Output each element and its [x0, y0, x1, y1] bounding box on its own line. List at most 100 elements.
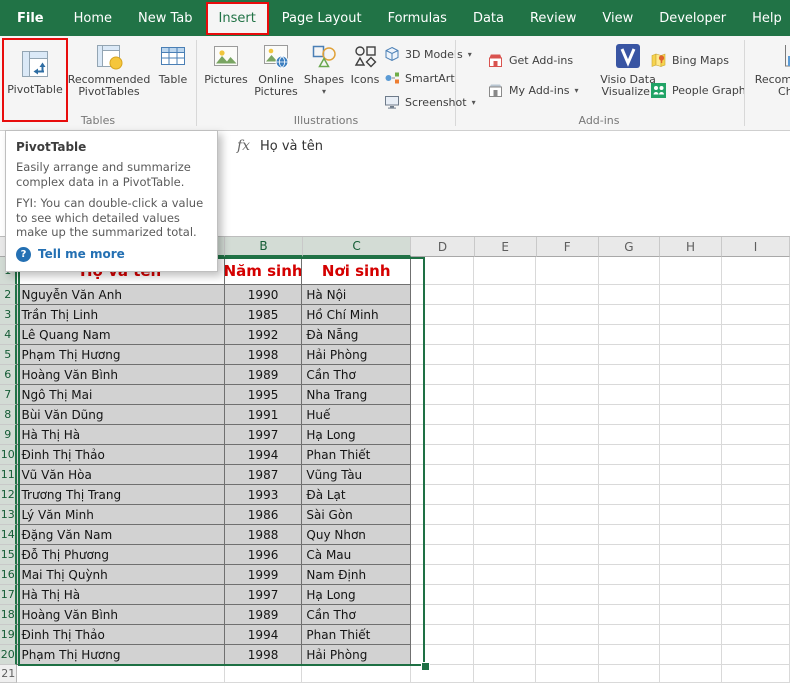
empty-cell[interactable]	[536, 365, 599, 385]
row-number[interactable]: 6	[0, 365, 18, 385]
tell-me-more-link[interactable]: ? Tell me more	[16, 246, 207, 262]
empty-cell[interactable]	[721, 305, 790, 325]
get-addins-button[interactable]: Get Add-ins	[487, 50, 573, 70]
empty-cell[interactable]	[598, 305, 660, 325]
cell-name[interactable]: Mai Thị Quỳnh	[17, 565, 225, 585]
empty-cell[interactable]	[536, 645, 599, 665]
cell-city[interactable]: Phan Thiết	[302, 625, 412, 645]
cell-name[interactable]: Hoàng Văn Bình	[17, 365, 225, 385]
tab-view[interactable]: View	[589, 2, 646, 35]
row-number[interactable]: 3	[0, 305, 18, 325]
empty-cell[interactable]	[411, 525, 475, 545]
cell-year[interactable]: 1997	[224, 425, 303, 445]
empty-cell[interactable]	[474, 485, 537, 505]
empty-cell[interactable]	[598, 257, 660, 285]
row-number[interactable]: 4	[0, 325, 18, 345]
row-number[interactable]: 8	[0, 405, 18, 425]
empty-cell[interactable]	[536, 605, 599, 625]
pictures-button[interactable]: Pictures	[203, 39, 249, 115]
empty-cell[interactable]	[721, 285, 790, 305]
empty-cell[interactable]	[721, 465, 790, 485]
empty-cell[interactable]	[536, 505, 599, 525]
empty-cell[interactable]	[598, 405, 660, 425]
empty-cell[interactable]	[659, 425, 722, 445]
empty-cell[interactable]	[474, 445, 537, 465]
cell-city[interactable]: Quy Nhơn	[302, 525, 412, 545]
row-number[interactable]: 19	[0, 625, 18, 645]
row-number[interactable]: 9	[0, 425, 18, 445]
empty-cell[interactable]	[721, 625, 790, 645]
empty-cell[interactable]	[474, 365, 537, 385]
empty-cell[interactable]	[474, 405, 537, 425]
column-header-c[interactable]: C	[302, 237, 412, 257]
cell-city[interactable]: Hải Phòng	[302, 345, 412, 365]
empty-cell[interactable]	[721, 485, 790, 505]
empty-cell[interactable]	[536, 325, 599, 345]
empty-cell[interactable]	[411, 325, 475, 345]
cell-year[interactable]: 1992	[224, 325, 303, 345]
cell-city[interactable]: Cần Thơ	[302, 605, 412, 625]
my-addins-button[interactable]: My Add-ins ▾	[487, 80, 579, 100]
empty-cell[interactable]	[411, 585, 475, 605]
empty-cell[interactable]	[474, 385, 537, 405]
cell-name[interactable]: Phạm Thị Hương	[17, 645, 225, 665]
bing-maps-button[interactable]: Bing Maps	[650, 50, 729, 70]
empty-cell[interactable]	[474, 305, 537, 325]
column-header-i[interactable]: I	[722, 237, 790, 257]
empty-cell[interactable]	[659, 385, 722, 405]
row-number[interactable]: 7	[0, 385, 18, 405]
empty-cell[interactable]	[536, 445, 599, 465]
cell-city[interactable]: Huế	[302, 405, 412, 425]
empty-cell[interactable]	[536, 585, 599, 605]
cell-city[interactable]: Đà Lạt	[302, 485, 412, 505]
people-graph-button[interactable]: People Graph	[650, 80, 746, 100]
empty-cell[interactable]	[721, 345, 790, 365]
empty-cell[interactable]	[721, 545, 790, 565]
empty-cell[interactable]	[536, 525, 599, 545]
empty-cell[interactable]	[659, 405, 722, 425]
empty-cell[interactable]	[598, 665, 660, 683]
cell-name[interactable]: Lý Văn Minh	[17, 505, 225, 525]
empty-cell[interactable]	[411, 405, 475, 425]
row-number[interactable]: 15	[0, 545, 18, 565]
row-number[interactable]: 21	[0, 665, 18, 683]
empty-cell[interactable]	[721, 385, 790, 405]
empty-cell[interactable]	[411, 445, 475, 465]
empty-cell[interactable]	[659, 665, 723, 683]
empty-cell[interactable]	[659, 605, 722, 625]
empty-cell[interactable]	[411, 257, 475, 285]
empty-cell[interactable]	[224, 665, 303, 683]
empty-cell[interactable]	[474, 425, 537, 445]
cell-year[interactable]: 1988	[224, 525, 303, 545]
empty-cell[interactable]	[598, 385, 660, 405]
empty-cell[interactable]	[598, 285, 660, 305]
row-number[interactable]: 18	[0, 605, 18, 625]
empty-cell[interactable]	[536, 545, 599, 565]
cell-name[interactable]: Nguyễn Văn Anh	[17, 285, 225, 305]
empty-cell[interactable]	[411, 285, 475, 305]
cell-name[interactable]: Hoàng Văn Bình	[17, 605, 225, 625]
empty-cell[interactable]	[474, 625, 537, 645]
cell-city[interactable]: Cần Thơ	[302, 365, 412, 385]
tab-new-tab[interactable]: New Tab	[125, 2, 206, 35]
empty-cell[interactable]	[411, 345, 475, 365]
empty-cell[interactable]	[411, 485, 475, 505]
cell-city[interactable]: Nam Định	[302, 565, 412, 585]
cell-name[interactable]: Lê Quang Nam	[17, 325, 225, 345]
tab-page-layout[interactable]: Page Layout	[269, 2, 375, 35]
fx-icon[interactable]: fx	[237, 138, 250, 154]
online-pictures-button[interactable]: Online Pictures	[251, 39, 301, 115]
cell-year[interactable]: 1986	[224, 505, 303, 525]
empty-cell[interactable]	[411, 425, 475, 445]
fill-handle[interactable]	[421, 662, 430, 671]
cell-year[interactable]: 1998	[224, 645, 303, 665]
cell-name[interactable]: Hà Thị Hà	[17, 425, 225, 445]
empty-cell[interactable]	[598, 485, 660, 505]
table-button[interactable]: Table	[152, 39, 194, 115]
cell-name[interactable]: Hà Thị Hà	[17, 585, 225, 605]
empty-cell[interactable]	[411, 305, 475, 325]
smartart-button[interactable]: SmartArt	[384, 68, 455, 88]
empty-cell[interactable]	[536, 465, 599, 485]
column-header-f[interactable]: F	[536, 237, 599, 257]
cell-name[interactable]: Bùi Văn Dũng	[17, 405, 225, 425]
